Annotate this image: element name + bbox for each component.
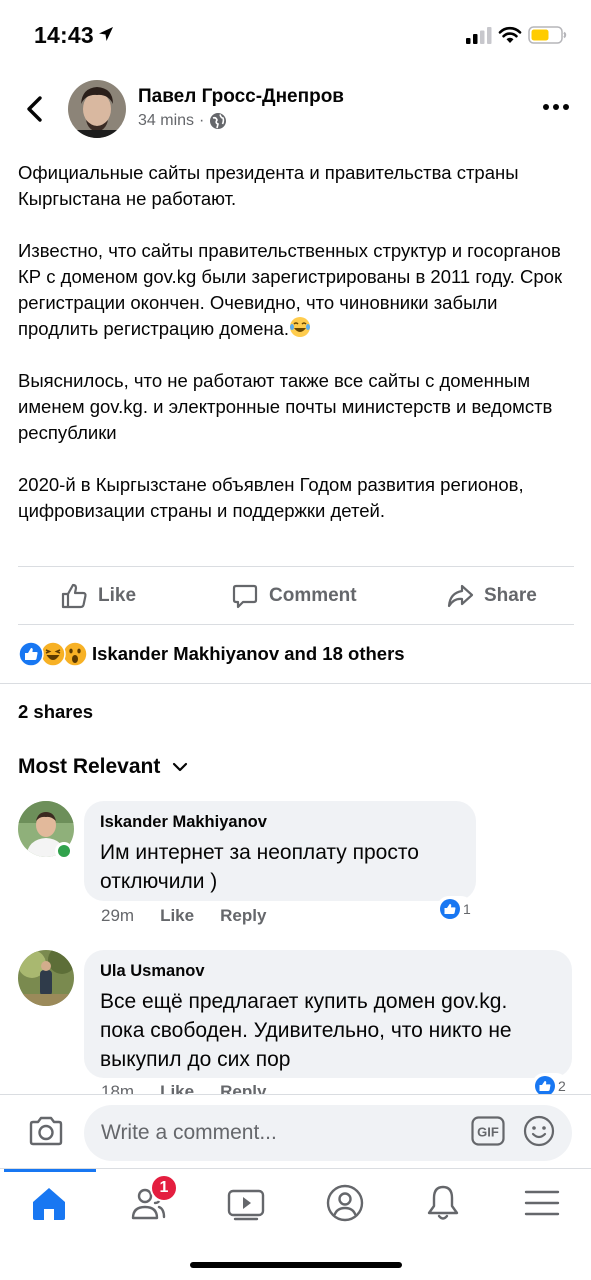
divider [18, 624, 574, 625]
comment-time: 29m [101, 906, 135, 925]
author-name[interactable]: Павел Гросс-Днепров [138, 86, 344, 108]
post-paragraph: 2020-й в Кыргызстане объявлен Годом разв… [18, 474, 524, 521]
author-avatar[interactable] [68, 80, 126, 138]
comment-bubble-icon [232, 584, 258, 609]
camera-icon[interactable] [28, 1115, 64, 1147]
commenter-name[interactable]: Ula Usmanov [100, 962, 556, 981]
share-label: Share [484, 585, 537, 606]
bell-icon [427, 1185, 459, 1220]
home-icon [33, 1188, 65, 1220]
tab-watch[interactable] [226, 1183, 266, 1223]
comment-button[interactable]: Comment [231, 572, 357, 620]
like-button[interactable]: Like [60, 572, 136, 620]
location-arrow-icon [99, 27, 113, 41]
like-label: Like [98, 585, 137, 606]
post-meta: 34 mins · [138, 112, 227, 130]
comment-bubble[interactable]: Ula Usmanov Все ещё предлагает купить до… [84, 950, 572, 1078]
divider [18, 566, 574, 567]
comment-text: Все ещё предлагает купить домен gov.kg. … [100, 990, 512, 1071]
home-indicator [190, 1262, 402, 1268]
sort-label: Most Relevant [18, 755, 161, 778]
comment-reply-button[interactable]: Reply [220, 906, 266, 926]
wifi-icon [498, 26, 522, 43]
comment-actions: 29m Like Reply [101, 906, 266, 926]
post-paragraph: Известно, что сайты правительственных ст… [18, 238, 578, 342]
tab-home[interactable] [29, 1183, 69, 1223]
hamburger-menu-icon [524, 1190, 560, 1216]
more-options-icon[interactable] [541, 100, 571, 114]
smiley-icon[interactable] [523, 1115, 555, 1147]
tab-profile[interactable] [325, 1183, 365, 1223]
tears-of-joy-emoji-icon [290, 317, 311, 337]
divider [0, 683, 591, 684]
like-reaction-icon [440, 899, 460, 919]
reactions-summary[interactable]: Iskander Makhiyanov and 18 others [18, 640, 405, 668]
profile-icon [326, 1184, 364, 1222]
shares-count[interactable]: 2 shares [18, 701, 93, 723]
comment-bubble[interactable]: Iskander Makhiyanov Им интернет за неопл… [84, 801, 476, 901]
reactions-text: Iskander Makhiyanov and 18 others [92, 643, 405, 664]
comment-sort-dropdown[interactable]: Most Relevant [18, 755, 188, 779]
tab-notifications[interactable] [423, 1183, 463, 1223]
post-paragraph: Официальные сайты президента и правитель… [18, 162, 519, 209]
comment-like-button[interactable]: Like [160, 906, 194, 926]
reaction-icons [18, 641, 90, 667]
chevron-down-icon [173, 762, 188, 772]
active-tab-indicator [4, 1169, 96, 1172]
gif-label: GIF [477, 1125, 499, 1140]
commenter-name[interactable]: Iskander Makhiyanov [100, 813, 460, 832]
post-action-bar: Like Comment Share [0, 572, 591, 620]
online-status-icon [55, 842, 73, 860]
status-bar: 14:43 [0, 0, 591, 70]
comment-reaction-number: 2 [558, 1078, 566, 1094]
post-paragraph: Выяснилось, что не работают также все са… [18, 370, 553, 443]
share-button[interactable]: Share [446, 572, 537, 620]
share-arrow-icon [447, 584, 474, 608]
back-chevron-icon[interactable] [22, 94, 48, 124]
comment-reaction-count[interactable]: 1 [437, 896, 473, 922]
thumbs-up-icon [61, 583, 87, 609]
status-time: 14:43 [34, 22, 94, 48]
tab-menu[interactable] [522, 1183, 562, 1223]
comment-composer: GIF [0, 1094, 591, 1170]
post-time: 34 mins [138, 112, 195, 129]
meta-separator: · [199, 112, 205, 129]
like-reaction-icon [18, 641, 44, 667]
video-play-icon [227, 1189, 265, 1221]
comment-text: Им интернет за неоплату просто отключили… [100, 841, 419, 893]
comment-reaction-number: 1 [463, 901, 471, 917]
signal-icon [466, 27, 492, 44]
comment-label: Comment [269, 585, 357, 606]
post-body: Официальные сайты президента и правитель… [18, 160, 578, 550]
battery-icon [528, 26, 567, 44]
gif-button[interactable]: GIF [471, 1116, 505, 1146]
globe-icon [210, 113, 227, 129]
friends-notification-badge: 1 [150, 1174, 178, 1202]
commenter-avatar[interactable] [18, 950, 74, 1006]
